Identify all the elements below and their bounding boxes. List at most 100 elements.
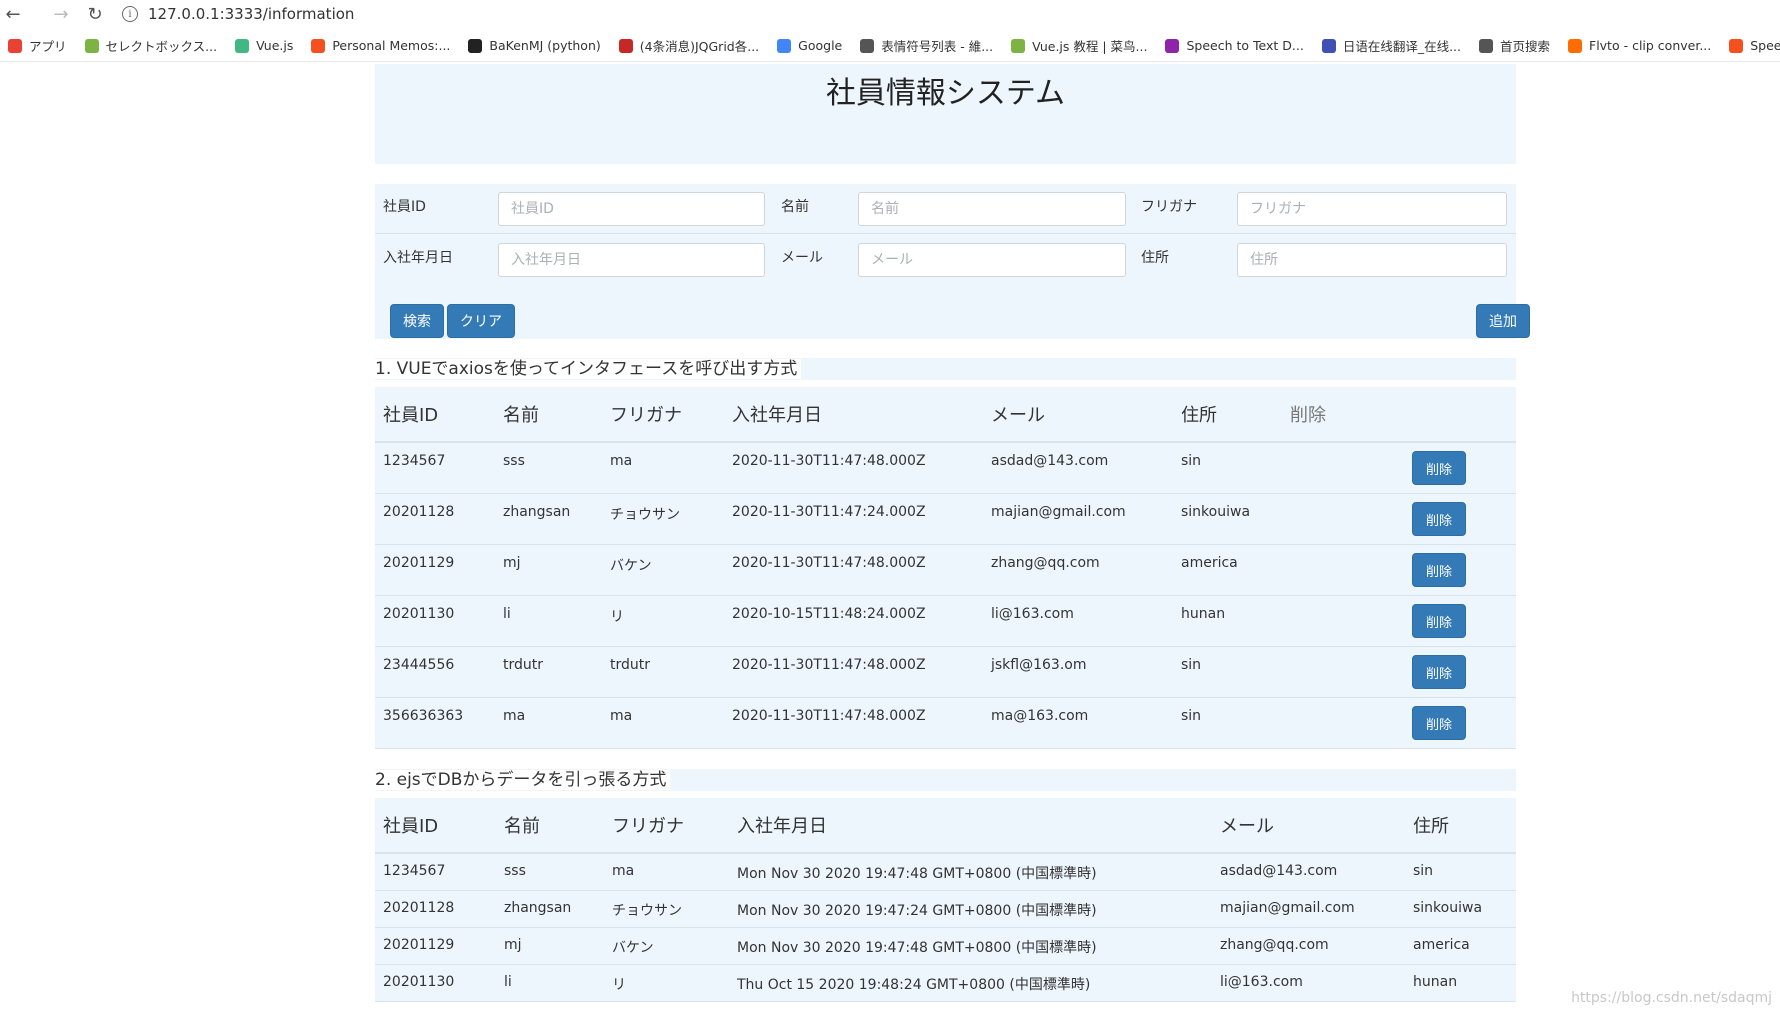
column-header: 削除 [1290, 405, 1326, 426]
table-cell: ma [503, 708, 526, 724]
bookmark-item[interactable]: Vue.js [235, 38, 293, 53]
bookmark-item[interactable]: Vue.js 教程 | 菜鸟... [1011, 36, 1147, 55]
table-cell: mj [504, 937, 522, 953]
kana-input[interactable] [1237, 192, 1507, 226]
bookmark-item[interactable]: 日语在线翻译_在线... [1321, 36, 1461, 55]
bookmark-favicon-icon [618, 38, 633, 53]
table-cell: zhang@qq.com [991, 555, 1100, 571]
section-1-title: 1. VUEでaxiosを使ってインタフェースを呼び出す方式 [375, 358, 1516, 380]
column-header: 住所 [1413, 816, 1449, 837]
kana-label: フリガナ [1141, 199, 1197, 215]
clear-button[interactable]: クリア [447, 304, 515, 338]
table-cell: Mon Nov 30 2020 19:47:48 GMT+0800 (中国標準時… [737, 940, 1097, 956]
column-header: メール [991, 405, 1045, 426]
table-cell: 23444556 [383, 657, 455, 673]
bookmark-label: Flvto - clip conver... [1589, 38, 1712, 53]
delete-button[interactable]: 削除 [1412, 451, 1466, 485]
table-cell: majian@gmail.com [991, 504, 1126, 520]
bookmark-item[interactable]: SpeechTe [1729, 38, 1780, 53]
table-cell: america [1413, 937, 1470, 953]
join-date-input[interactable] [498, 243, 765, 277]
bookmark-label: アプリ [29, 39, 67, 54]
table-cell: 356636363 [383, 708, 464, 724]
table-cell: li [503, 606, 511, 622]
bookmark-item[interactable]: Flvto - clip conver... [1568, 38, 1711, 53]
table-cell: hunan [1181, 606, 1226, 622]
delete-button[interactable]: 削除 [1412, 604, 1466, 638]
url-field[interactable]: i 127.0.0.1:3333/information [122, 1, 354, 27]
page-container: 社員情報システム 社員ID 名前 フリガナ 入社年月日 メール 住所 検索 クリ… [375, 64, 1530, 1002]
mail-input[interactable] [858, 243, 1126, 277]
table-cell: li@163.com [1220, 974, 1303, 990]
bookmark-label: Vue.js 教程 | 菜鸟... [1032, 39, 1148, 54]
table-cell: 2020-10-15T11:48:24.000Z [732, 606, 926, 622]
page-title: 社員情報システム [825, 76, 1066, 111]
table-row: 20201130 li リ Thu Oct 15 2020 19:48:24 GMT+… [375, 965, 1516, 1002]
bookmarks-bar: アプリ セレクトボックス... Vue.js Personal Memos:... Ba… [0, 30, 1780, 62]
delete-button[interactable]: 削除 [1412, 502, 1466, 536]
column-header: メール [1220, 816, 1274, 837]
name-input[interactable] [858, 192, 1126, 226]
table-row: 23444556 trdutr trdutr 2020-11-30T11:47:48.… [375, 647, 1516, 698]
bookmark-favicon-icon [8, 38, 22, 53]
bookmark-label: BaKenMJ (python) [489, 38, 601, 53]
reload-icon[interactable]: ↻ [82, 1, 108, 27]
table-cell: jskfl@163.om [991, 657, 1087, 673]
table-cell: リ [612, 977, 626, 993]
bookmark-item[interactable]: 表情符号列表 - 維... [860, 36, 993, 55]
bookmark-label: (4条消息)JQGrid各... [639, 39, 760, 54]
bookmark-favicon-icon [1478, 38, 1493, 53]
table-cell: Mon Nov 30 2020 19:47:48 GMT+0800 (中国標準時… [737, 866, 1097, 882]
bookmark-item[interactable]: アプリ [8, 36, 67, 55]
address-input[interactable] [1237, 243, 1507, 277]
table-cell: 20201129 [383, 937, 455, 953]
name-label: 名前 [781, 199, 809, 215]
url-text: 127.0.0.1:3333/information [148, 5, 355, 23]
table-cell: sin [1181, 708, 1202, 724]
column-header: 社員ID [383, 405, 439, 426]
bookmark-favicon-icon [1568, 38, 1582, 53]
table-cell: 2020-11-30T11:47:48.000Z [732, 708, 926, 724]
bookmark-favicon-icon [468, 38, 483, 53]
bookmark-item[interactable]: Google [777, 38, 842, 53]
form-row-1: 社員ID 名前 フリガナ [375, 184, 1516, 234]
bookmark-item[interactable]: BaKenMJ (python) [468, 38, 601, 53]
address-label: 住所 [1141, 250, 1169, 266]
delete-button[interactable]: 削除 [1412, 655, 1466, 689]
bookmark-label: SpeechTe [1750, 38, 1780, 53]
bookmark-item[interactable]: 首页搜索 [1478, 36, 1550, 55]
bookmark-favicon-icon [311, 38, 326, 53]
bookmark-favicon-icon [235, 38, 250, 53]
add-button[interactable]: 追加 [1476, 304, 1530, 338]
table-cell: バケン [612, 940, 654, 956]
table-cell: li [504, 974, 512, 990]
delete-button[interactable]: 削除 [1412, 706, 1466, 740]
column-header: 名前 [503, 405, 539, 426]
table-row: 20201129 mj バケン Mon Nov 30 2020 19:47:48 GM… [375, 928, 1516, 965]
forward-icon[interactable]: → [48, 1, 74, 27]
bookmark-item[interactable]: Personal Memos:... [311, 38, 450, 53]
back-icon[interactable]: ← [0, 1, 26, 27]
site-info-icon[interactable]: i [122, 6, 138, 22]
employee-id-input[interactable] [498, 192, 765, 226]
bookmark-label: 日语在线翻译_在线... [1342, 39, 1461, 54]
bookmark-label: Vue.js [256, 38, 294, 53]
section-2-title: 2. ejsでDBからデータを引っ張る方式 [375, 769, 1516, 791]
bookmark-favicon-icon [1729, 38, 1744, 53]
table-cell: 20201128 [383, 504, 455, 520]
table-row: 20201130 li リ 2020-10-15T11:48:24.000Z li@16… [375, 596, 1516, 647]
table-cell: 2020-11-30T11:47:48.000Z [732, 555, 926, 571]
table-cell: sinkouiwa [1181, 504, 1251, 520]
delete-button[interactable]: 削除 [1412, 553, 1466, 587]
table-cell: asdad@143.com [1220, 863, 1338, 879]
bookmark-item[interactable]: (4条消息)JQGrid各... [618, 36, 760, 55]
table-cell: 20201128 [383, 900, 455, 916]
search-button[interactable]: 検索 [390, 304, 444, 338]
column-header: 入社年月日 [737, 816, 827, 837]
bookmark-item[interactable]: Speech to Text D... [1165, 38, 1304, 53]
bookmark-item[interactable]: セレクトボックス... [84, 36, 217, 55]
table-cell: li@163.com [991, 606, 1074, 622]
table-cell: sss [503, 453, 525, 469]
bookmark-label: Personal Memos:... [332, 38, 451, 53]
watermark: https://blog.csdn.net/sdaqmj [1571, 990, 1772, 1006]
